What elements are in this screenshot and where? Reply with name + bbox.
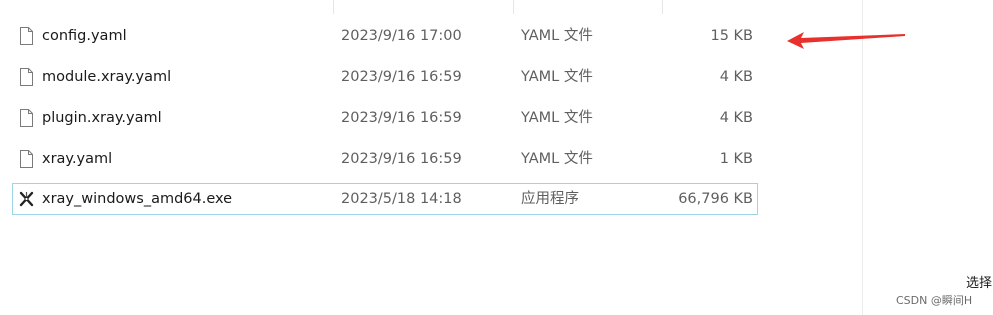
file-type: YAML 文件 <box>521 110 593 126</box>
watermark: CSDN @瞬间H <box>896 294 973 307</box>
file-name: xray.yaml <box>42 151 113 167</box>
column-separator[interactable] <box>513 0 514 14</box>
file-type: YAML 文件 <box>521 151 593 167</box>
file-type: YAML 文件 <box>521 28 593 44</box>
file-date: 2023/5/18 14:18 <box>341 191 462 207</box>
document-icon <box>20 27 33 45</box>
file-row[interactable]: config.yaml 2023/9/16 17:00 YAML 文件 15 K… <box>12 20 758 52</box>
file-row[interactable]: plugin.xray.yaml 2023/9/16 16:59 YAML 文件… <box>12 102 758 134</box>
file-row-selected[interactable]: xray_windows_amd64.exe 2023/5/18 14:18 应… <box>12 183 758 215</box>
red-arrow-icon <box>787 32 905 49</box>
file-size: 4 KB <box>719 110 753 126</box>
file-name: module.xray.yaml <box>42 69 172 85</box>
corner-label: 选择 <box>966 276 993 291</box>
column-separator[interactable] <box>333 0 334 14</box>
document-icon <box>20 109 33 127</box>
file-type: YAML 文件 <box>521 69 593 85</box>
file-size: 66,796 KB <box>678 191 753 207</box>
file-date: 2023/9/16 16:59 <box>341 151 462 167</box>
file-explorer: config.yaml 2023/9/16 17:00 YAML 文件 15 K… <box>0 0 993 315</box>
file-row[interactable]: xray.yaml 2023/9/16 16:59 YAML 文件 1 KB <box>12 143 758 175</box>
file-name: config.yaml <box>42 28 127 44</box>
file-date: 2023/9/16 16:59 <box>341 110 462 126</box>
file-size: 15 KB <box>710 28 753 44</box>
file-type: 应用程序 <box>521 191 579 207</box>
file-date: 2023/9/16 16:59 <box>341 69 462 85</box>
document-icon <box>20 150 33 168</box>
file-size: 4 KB <box>719 69 753 85</box>
column-separator[interactable] <box>662 0 663 14</box>
xray-app-icon <box>19 191 34 207</box>
file-name: xray_windows_amd64.exe <box>42 191 233 207</box>
document-icon <box>20 68 33 86</box>
file-name: plugin.xray.yaml <box>42 110 162 126</box>
file-row[interactable]: module.xray.yaml 2023/9/16 16:59 YAML 文件… <box>12 61 758 93</box>
file-date: 2023/9/16 17:00 <box>341 28 462 44</box>
file-size: 1 KB <box>719 151 753 167</box>
